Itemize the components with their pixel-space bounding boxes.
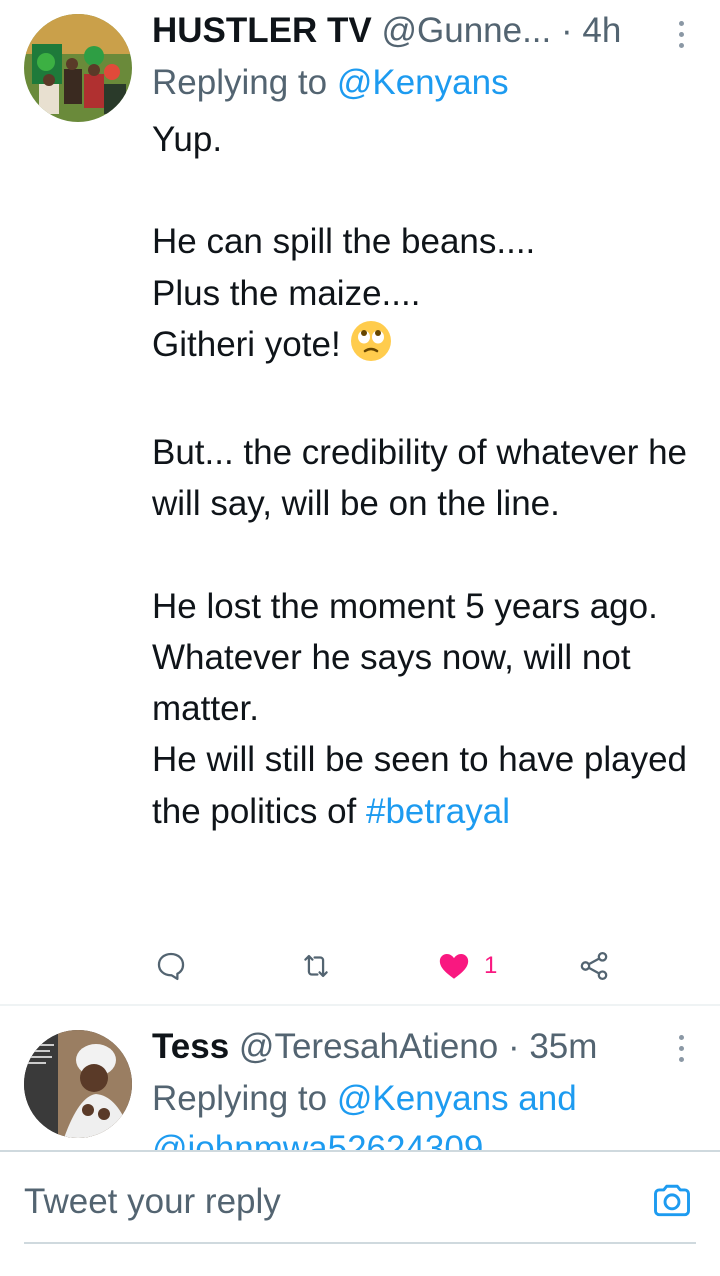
avatar[interactable] xyxy=(24,1030,132,1138)
share-button[interactable] xyxy=(576,942,612,990)
share-icon xyxy=(580,951,608,981)
face-with-rolling-eyes-icon xyxy=(350,320,392,376)
user-handle[interactable]: @Gunne... xyxy=(381,11,551,50)
text-line: He lost the moment 5 years ago. xyxy=(152,586,658,626)
reply-button[interactable] xyxy=(154,942,188,990)
comment-icon xyxy=(157,952,185,981)
text-line: Yup. xyxy=(152,120,223,159)
replying-to-mention[interactable]: @Kenyans and xyxy=(337,1079,577,1118)
tweet-header: Tess @TeresahAtieno · 35m xyxy=(152,1022,720,1072)
replying-to-label: Replying to xyxy=(152,63,337,102)
separator-dot: · xyxy=(561,11,573,50)
tweet-actions: 1 xyxy=(0,942,720,990)
input-underline xyxy=(24,1242,696,1244)
retweet-icon xyxy=(304,954,328,978)
reply-composer xyxy=(0,1150,720,1276)
text-line: He can spill the beans.... xyxy=(152,222,536,262)
display-name[interactable]: HUSTLER TV xyxy=(152,11,372,50)
more-options-icon[interactable] xyxy=(669,1026,693,1070)
text-line: Plus the maize.... xyxy=(152,273,421,313)
timestamp[interactable]: 35m xyxy=(529,1027,597,1066)
text-line: Githeri yote! xyxy=(152,319,708,376)
timestamp[interactable]: 4h xyxy=(582,11,621,50)
avatar[interactable] xyxy=(24,14,132,122)
replying-to-continued: @johnmwa52624309 xyxy=(152,1124,483,1150)
like-count: 1 xyxy=(484,952,498,979)
replying-to-mention[interactable]: @Kenyans xyxy=(337,63,509,102)
more-options-icon[interactable] xyxy=(669,12,693,56)
reply-input[interactable] xyxy=(24,1178,574,1226)
replying-to: Replying to @Kenyans and xyxy=(152,1074,577,1124)
like-button[interactable]: 1 xyxy=(436,942,497,990)
hashtag-link[interactable]: #betrayal xyxy=(366,792,510,831)
user-handle[interactable]: @TeresahAtieno xyxy=(239,1027,498,1066)
text-line: He will still be seen to have played the… xyxy=(152,740,688,831)
display-name[interactable]: Tess xyxy=(152,1027,229,1066)
tweet-header: HUSTLER TV @Gunne... · 4h xyxy=(152,6,720,56)
heart-icon xyxy=(439,953,469,979)
tweet-tess[interactable]: Tess @TeresahAtieno · 35m Replying to @K… xyxy=(0,1006,720,1150)
camera-icon[interactable] xyxy=(650,1178,694,1222)
retweet-button[interactable] xyxy=(298,942,334,990)
replying-to-mention[interactable]: @johnmwa52624309 xyxy=(152,1129,483,1150)
tweet-text: Yup. He can spill the beans.... Plus the… xyxy=(152,114,708,837)
tweet-hustler-tv[interactable]: HUSTLER TV @Gunne... · 4h Replying to @K… xyxy=(0,0,720,1005)
replying-to-label: Replying to xyxy=(152,1079,337,1118)
text-line: But... the credibility of whatever he wi… xyxy=(152,433,687,524)
separator-dot: · xyxy=(507,1027,520,1066)
text-line: Whatever he says now, will not matter. xyxy=(152,637,631,729)
replying-to: Replying to @Kenyans xyxy=(152,58,509,108)
